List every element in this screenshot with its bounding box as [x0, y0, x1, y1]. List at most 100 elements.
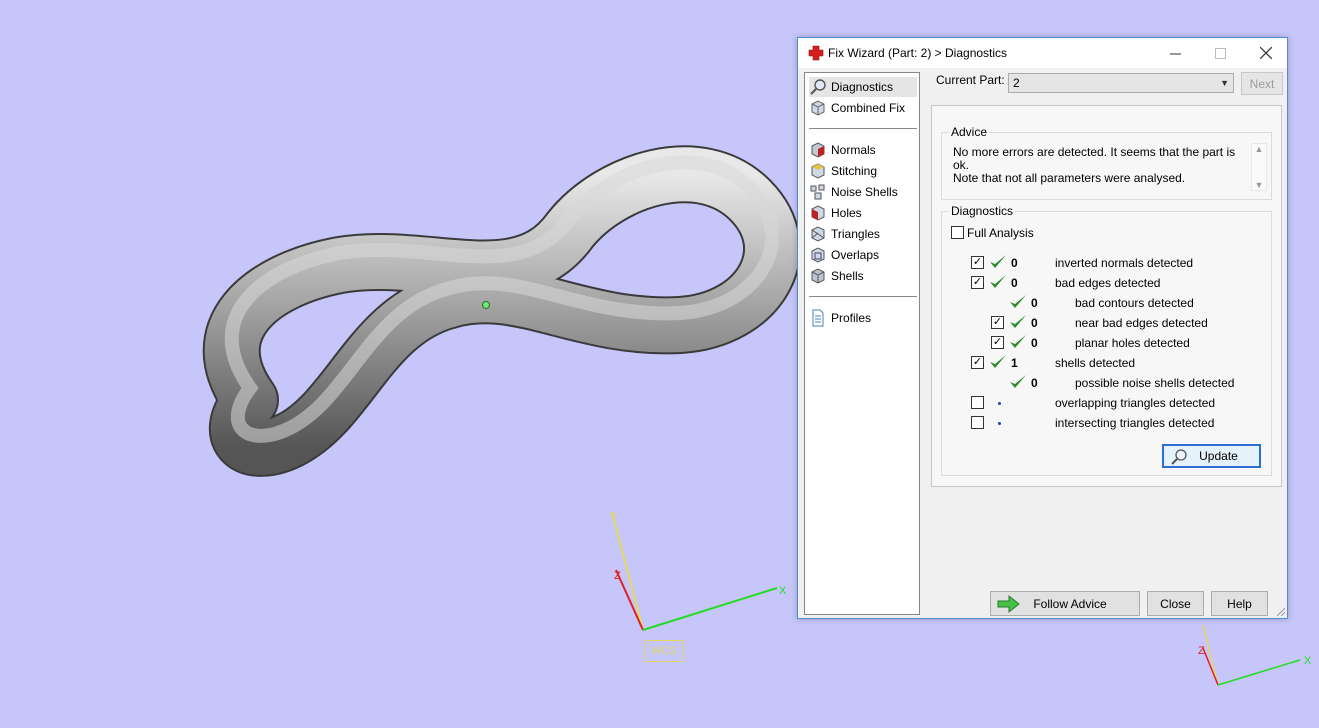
close-icon [1260, 47, 1272, 59]
full-analysis-checkbox[interactable] [951, 226, 964, 239]
red-cross-icon [808, 45, 824, 61]
nav-item-holes[interactable]: Holes [809, 203, 917, 223]
x-axis-label: X [779, 585, 787, 597]
overlapping-triangles-label: overlapping triangles detected [1055, 396, 1216, 410]
inverted-normals-checkbox[interactable]: ✓ [971, 256, 984, 269]
follow-advice-label: Follow Advice [1033, 596, 1107, 611]
nav-label: Profiles [831, 311, 872, 325]
near-bad-edges-checkbox[interactable]: ✓ [991, 316, 1004, 329]
noise-shells-count: 0 [1031, 376, 1038, 390]
nav-label: Noise Shells [831, 185, 898, 199]
pivot-point [482, 301, 490, 309]
normals-cube-icon [809, 141, 827, 159]
nav-label: Stitching [831, 164, 878, 178]
nav-item-noise-shells[interactable]: Noise Shells [809, 182, 917, 202]
nav-item-shells[interactable]: Shells [809, 266, 917, 286]
tube-model[interactable] [202, 145, 801, 477]
advice-title: Advice [949, 125, 990, 139]
diagnostics-group: Diagnostics Full Analysis ✓ 0 inverted n… [941, 204, 1272, 476]
nav-label: Diagnostics [831, 80, 894, 94]
fix-wizard-dialog: Fix Wizard (Part: 2) > Diagnostics Diagn… [797, 37, 1288, 619]
nav-label: Shells [831, 269, 864, 283]
update-button[interactable]: Update [1162, 444, 1261, 468]
diagnostics-panel: Advice No more errors are detected. It s… [931, 105, 1282, 487]
magnifier-icon [809, 78, 827, 96]
follow-advice-button[interactable]: Follow Advice [990, 591, 1140, 616]
near-bad-edges-label: near bad edges detected [1075, 316, 1208, 330]
green-check-icon [1010, 315, 1026, 328]
near-bad-edges-count: 0 [1031, 316, 1038, 330]
advice-line-1: No more errors are detected. It seems th… [953, 145, 1236, 172]
scroll-up-icon[interactable]: ▲ [1252, 144, 1266, 154]
nav-item-combined-fix[interactable]: Combined Fix [809, 98, 917, 118]
green-check-icon [1010, 295, 1026, 308]
nav-item-stitching[interactable]: Stitching [809, 161, 917, 181]
stitching-cube-icon [809, 162, 827, 180]
noise-shells-label: possible noise shells detected [1075, 376, 1235, 390]
scroll-down-icon[interactable]: ▼ [1252, 180, 1266, 190]
nav-divider [809, 296, 917, 297]
nav-item-triangles[interactable]: Triangles [809, 224, 917, 244]
full-analysis-label: Full Analysis [967, 226, 1034, 240]
intersecting-triangles-checkbox[interactable] [971, 416, 984, 429]
bad-edges-label: bad edges detected [1055, 276, 1161, 290]
close-button[interactable]: Close [1147, 591, 1204, 616]
nav-label: Normals [831, 143, 876, 157]
shells-label: shells detected [1055, 356, 1136, 370]
triangles-cube-icon [809, 225, 827, 243]
nav-item-normals[interactable]: Normals [809, 140, 917, 160]
inverted-normals-label: inverted normals detected [1055, 256, 1194, 270]
advice-scrollbar[interactable]: ▲ ▼ [1251, 143, 1267, 191]
chevron-down-icon: ▼ [1220, 78, 1229, 88]
nav-label: Triangles [831, 227, 880, 241]
advice-text: No more errors are detected. It seems th… [953, 146, 1243, 185]
minimize-button[interactable] [1152, 38, 1198, 68]
intersecting-triangles-label: intersecting triangles detected [1055, 416, 1215, 430]
nav-label: Overlaps [831, 248, 880, 262]
corner-z-label: Z [1198, 645, 1205, 657]
bad-edges-count: 0 [1011, 276, 1018, 290]
maximize-icon [1214, 47, 1226, 59]
magnifier-icon [1171, 449, 1187, 465]
green-check-icon [990, 275, 1006, 288]
update-label: Update [1199, 449, 1238, 463]
wcs-label: WCS [645, 640, 683, 662]
nav-label: Holes [831, 206, 862, 220]
resize-grip-icon[interactable] [1275, 606, 1285, 616]
nav-item-diagnostics[interactable]: Diagnostics [809, 77, 917, 97]
overlaps-cube-icon [809, 246, 827, 264]
nav-item-overlaps[interactable]: Overlaps [809, 245, 917, 265]
nav-item-profiles[interactable]: Profiles [809, 308, 917, 328]
shells-cube-icon [809, 267, 827, 285]
window-title: Fix Wizard (Part: 2) > Diagnostics [828, 46, 1008, 60]
title-bar[interactable]: Fix Wizard (Part: 2) > Diagnostics [798, 38, 1287, 68]
wcs-axes [611, 511, 778, 631]
current-part-label: Current Part: [936, 73, 1005, 87]
current-part-select[interactable]: 2 ▼ [1008, 73, 1234, 93]
advice-group: Advice No more errors are detected. It s… [941, 125, 1272, 200]
planar-holes-checkbox[interactable]: ✓ [991, 336, 1004, 349]
green-check-icon [990, 355, 1006, 368]
green-check-icon [1010, 335, 1026, 348]
holes-cube-icon [809, 204, 827, 222]
maximize-button[interactable] [1197, 38, 1243, 68]
next-button[interactable]: Next [1241, 72, 1283, 95]
overlapping-triangles-checkbox[interactable] [971, 396, 984, 409]
shells-checkbox[interactable]: ✓ [971, 356, 984, 369]
bad-contours-count: 0 [1031, 296, 1038, 310]
bad-contours-label: bad contours detected [1075, 296, 1194, 310]
green-arrow-icon [997, 594, 1020, 614]
cube-icon [809, 99, 827, 117]
bad-edges-checkbox[interactable]: ✓ [971, 276, 984, 289]
diagnostics-title: Diagnostics [949, 204, 1016, 218]
nav-divider [809, 128, 917, 129]
green-check-icon [990, 255, 1006, 268]
minimize-icon [1169, 53, 1181, 54]
pending-dot-icon [998, 402, 1001, 405]
planar-holes-label: planar holes detected [1075, 336, 1190, 350]
corner-triad [1202, 624, 1301, 686]
help-button[interactable]: Help [1211, 591, 1268, 616]
advice-line-2: Note that not all parameters were analys… [953, 171, 1186, 185]
close-window-button[interactable] [1243, 38, 1289, 68]
nav-label: Combined Fix [831, 101, 906, 115]
